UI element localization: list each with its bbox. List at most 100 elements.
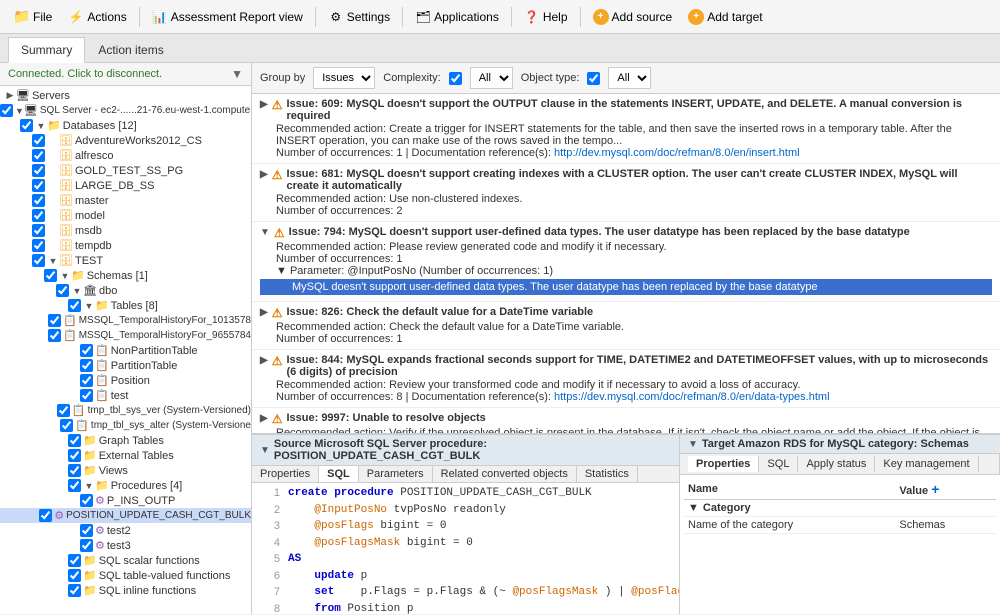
tables-cb[interactable]: [68, 299, 81, 312]
inline-functions-node[interactable]: 📁 SQL inline functions: [0, 583, 251, 598]
databases-node[interactable]: ▼ 📁 Databases [12]: [0, 118, 251, 133]
schemas-cb[interactable]: [44, 269, 57, 282]
views-cb[interactable]: [68, 464, 81, 477]
position-update-node[interactable]: ⚙ POSITION_UPDATE_CASH_CGT_BULK: [0, 508, 251, 523]
source-panel-arrow[interactable]: ▼: [260, 445, 270, 456]
target-tab-properties[interactable]: Properties: [688, 456, 759, 472]
sql-server-arrow[interactable]: ▼: [15, 106, 24, 116]
large-db-node[interactable]: ▶ 🗄 LARGE_DB_SS: [0, 178, 251, 193]
issue-609-arrow[interactable]: ▶: [260, 99, 268, 110]
tables-arrow[interactable]: ▼: [83, 301, 95, 311]
complexity-checkbox[interactable]: [449, 72, 462, 85]
sql-server-node[interactable]: ▼ 🖥 SQL Server - ec2-......21-76.eu-west…: [0, 103, 251, 118]
external-tables-cb[interactable]: [68, 449, 81, 462]
tmp-sys-alter-node[interactable]: 📋 tmp_tbl_sys_alter (System-Versione: [0, 418, 251, 433]
table-valued-cb[interactable]: [68, 569, 81, 582]
table-valued-node[interactable]: 📁 SQL table-valued functions: [0, 568, 251, 583]
inline-functions-cb[interactable]: [68, 584, 81, 597]
issue-609-link[interactable]: http://dev.mysql.com/doc/refman/8.0/en/i…: [554, 147, 800, 159]
tab-summary[interactable]: Summary: [8, 37, 85, 63]
filter-icon[interactable]: ▼: [231, 67, 243, 81]
schemas-arrow[interactable]: ▼: [59, 271, 71, 281]
target-tab-sql[interactable]: SQL: [759, 456, 798, 472]
category-arrow[interactable]: ▼: [688, 502, 699, 514]
mssql1-node[interactable]: 📋 MSSQL_TemporalHistoryFor_1013578: [0, 313, 251, 328]
procedures-cb[interactable]: [68, 479, 81, 492]
issue-794-arrow[interactable]: ▼: [260, 227, 270, 238]
file-menu[interactable]: 📁 File: [8, 6, 58, 28]
msdb-cb[interactable]: [32, 224, 45, 237]
position-cb[interactable]: [80, 374, 93, 387]
object-type-checkbox[interactable]: [587, 72, 600, 85]
schemas-node[interactable]: ▼ 📁 Schemas [1]: [0, 268, 251, 283]
group-by-select[interactable]: Issues: [313, 67, 375, 89]
procedures-arrow[interactable]: ▼: [83, 481, 95, 491]
position-update-cb[interactable]: [39, 509, 52, 522]
sql-server-cb[interactable]: [0, 104, 13, 117]
p-ins-outp-node[interactable]: ⚙ P_INS_OUTP: [0, 493, 251, 508]
issue-681-title[interactable]: ▶ ⚠ Issue: 681: MySQL doesn't support cr…: [260, 168, 992, 192]
help-button[interactable]: ❓ Help: [518, 6, 574, 28]
issue-826-arrow[interactable]: ▶: [260, 307, 268, 318]
gold-test-node[interactable]: ▶ 🗄 GOLD_TEST_SS_PG: [0, 163, 251, 178]
test-db-arrow[interactable]: ▼: [47, 256, 59, 266]
issue-9997-arrow[interactable]: ▶: [260, 413, 268, 424]
scalar-functions-node[interactable]: 📁 SQL scalar functions: [0, 553, 251, 568]
scalar-functions-cb[interactable]: [68, 554, 81, 567]
partition-node[interactable]: 📋 PartitionTable: [0, 358, 251, 373]
test-db-cb[interactable]: [32, 254, 45, 267]
tmp-sys-ver-node[interactable]: 📋 tmp_tbl_sys_ver (System-Versioned): [0, 403, 251, 418]
source-tab-properties[interactable]: Properties: [252, 466, 319, 482]
mssql1-cb[interactable]: [48, 314, 61, 327]
test-db-node[interactable]: ▼ 🗄 TEST: [0, 253, 251, 268]
test2-cb[interactable]: [80, 524, 93, 537]
source-tab-parameters[interactable]: Parameters: [359, 466, 433, 482]
position-node[interactable]: 📋 Position: [0, 373, 251, 388]
p-ins-outp-cb[interactable]: [80, 494, 93, 507]
add-property-button[interactable]: +: [931, 481, 939, 497]
tempdb-cb[interactable]: [32, 239, 45, 252]
actions-menu[interactable]: ⚡ Actions: [62, 6, 132, 28]
model-cb[interactable]: [32, 209, 45, 222]
issue-9997-title[interactable]: ▶ ⚠ Issue: 9997: Unable to resolve objec…: [260, 412, 992, 426]
issue-794-title[interactable]: ▼ ⚠ Issue: 794: MySQL doesn't support us…: [260, 226, 992, 240]
alfresco-node[interactable]: ▶ 🗄 alfresco: [0, 148, 251, 163]
applications-button[interactable]: 🗂 Applications: [409, 6, 505, 28]
dbo-arrow[interactable]: ▼: [71, 286, 83, 296]
master-node[interactable]: ▶ 🗄 master: [0, 193, 251, 208]
issue-844-arrow[interactable]: ▶: [260, 355, 268, 366]
tmp-sys-alter-cb[interactable]: [60, 419, 73, 432]
test3-cb[interactable]: [80, 539, 93, 552]
issue-844-title[interactable]: ▶ ⚠ Issue: 844: MySQL expands fractional…: [260, 354, 992, 378]
issue-844-link[interactable]: https://dev.mysql.com/doc/refman/8.0/en/…: [554, 391, 830, 403]
mssql2-cb[interactable]: [48, 329, 61, 342]
procedures-node[interactable]: ▼ 📁 Procedures [4]: [0, 478, 251, 493]
test2-node[interactable]: ⚙ test2: [0, 523, 251, 538]
adventureworks-node[interactable]: ▶ 🗄 AdventureWorks2012_CS: [0, 133, 251, 148]
add-source-button[interactable]: + Add source: [587, 6, 679, 28]
master-cb[interactable]: [32, 194, 45, 207]
nonpartition-node[interactable]: 📋 NonPartitionTable: [0, 343, 251, 358]
target-tab-apply-status[interactable]: Apply status: [798, 456, 875, 472]
test-table-node[interactable]: 📋 test: [0, 388, 251, 403]
dbo-node[interactable]: ▼ 🏛 dbo: [0, 283, 251, 298]
views-node[interactable]: 📁 Views: [0, 463, 251, 478]
tmp-sys-ver-cb[interactable]: [57, 404, 70, 417]
source-tab-related[interactable]: Related converted objects: [433, 466, 577, 482]
servers-arrow[interactable]: ▶: [4, 90, 16, 101]
databases-cb[interactable]: [20, 119, 33, 132]
assessment-button[interactable]: 📊 Assessment Report view: [146, 6, 309, 28]
partition-cb[interactable]: [80, 359, 93, 372]
adventureworks-cb[interactable]: [32, 134, 45, 147]
external-tables-node[interactable]: 📁 External Tables: [0, 448, 251, 463]
large-db-cb[interactable]: [32, 179, 45, 192]
graph-tables-node[interactable]: 📁 Graph Tables: [0, 433, 251, 448]
add-target-button[interactable]: + Add target: [682, 6, 768, 28]
target-panel-arrow[interactable]: ▼: [688, 439, 698, 450]
servers-root[interactable]: ▶ 🖥 Servers: [0, 88, 251, 103]
tempdb-node[interactable]: ▶ 🗄 tempdb: [0, 238, 251, 253]
issue-609-title[interactable]: ▶ ⚠ Issue: 609: MySQL doesn't support th…: [260, 98, 992, 122]
tables-node[interactable]: ▼ 📁 Tables [8]: [0, 298, 251, 313]
complexity-select[interactable]: All: [470, 67, 513, 89]
target-tab-key-management[interactable]: Key management: [875, 456, 978, 472]
